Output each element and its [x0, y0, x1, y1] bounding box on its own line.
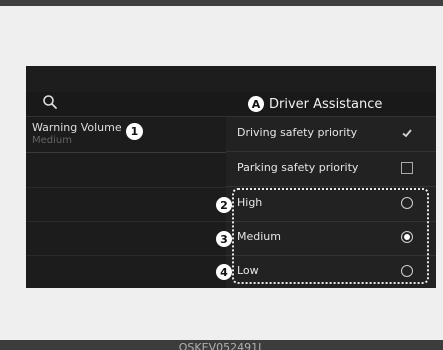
- screen-header: A Driver Assistance: [26, 92, 436, 117]
- menu-divider: [26, 221, 226, 222]
- page-title-group: A Driver Assistance: [248, 94, 382, 114]
- search-icon[interactable]: [42, 94, 58, 110]
- page-title: Driver Assistance: [269, 96, 383, 112]
- option-driving-safety-priority[interactable]: Driving safety priority: [226, 117, 436, 152]
- menu-divider: [26, 255, 226, 256]
- callout-marker-2: 2: [216, 197, 232, 213]
- infotainment-screen: A Driver Assistance Warning Volume Mediu…: [26, 66, 436, 288]
- volume-level-highlight: [232, 188, 429, 284]
- option-parking-safety-priority[interactable]: Parking safety priority: [226, 152, 436, 187]
- status-bar: [26, 66, 436, 92]
- callout-marker-3: 3: [216, 231, 232, 247]
- parking-priority-checkbox[interactable]: [401, 162, 413, 174]
- top-rule: [0, 0, 443, 6]
- menu-divider: [26, 187, 226, 188]
- settings-menu: Warning Volume Medium 1: [26, 117, 226, 288]
- option-label: Driving safety priority: [237, 126, 358, 139]
- checkmark-icon: [402, 129, 412, 138]
- driving-priority-checkbox[interactable]: [401, 127, 413, 139]
- menu-item-label: Warning Volume: [32, 121, 122, 134]
- callout-marker-a: A: [248, 96, 264, 112]
- menu-item-value: Medium: [32, 135, 72, 146]
- option-label: Parking safety priority: [237, 161, 359, 174]
- figure-caption: OSKEV052491L: [178, 341, 265, 350]
- caption-bar: OSKEV052491L: [0, 340, 443, 350]
- menu-item-warning-volume[interactable]: Warning Volume Medium 1: [26, 117, 226, 153]
- callout-marker-4: 4: [216, 264, 232, 280]
- callout-marker-1: 1: [126, 123, 143, 140]
